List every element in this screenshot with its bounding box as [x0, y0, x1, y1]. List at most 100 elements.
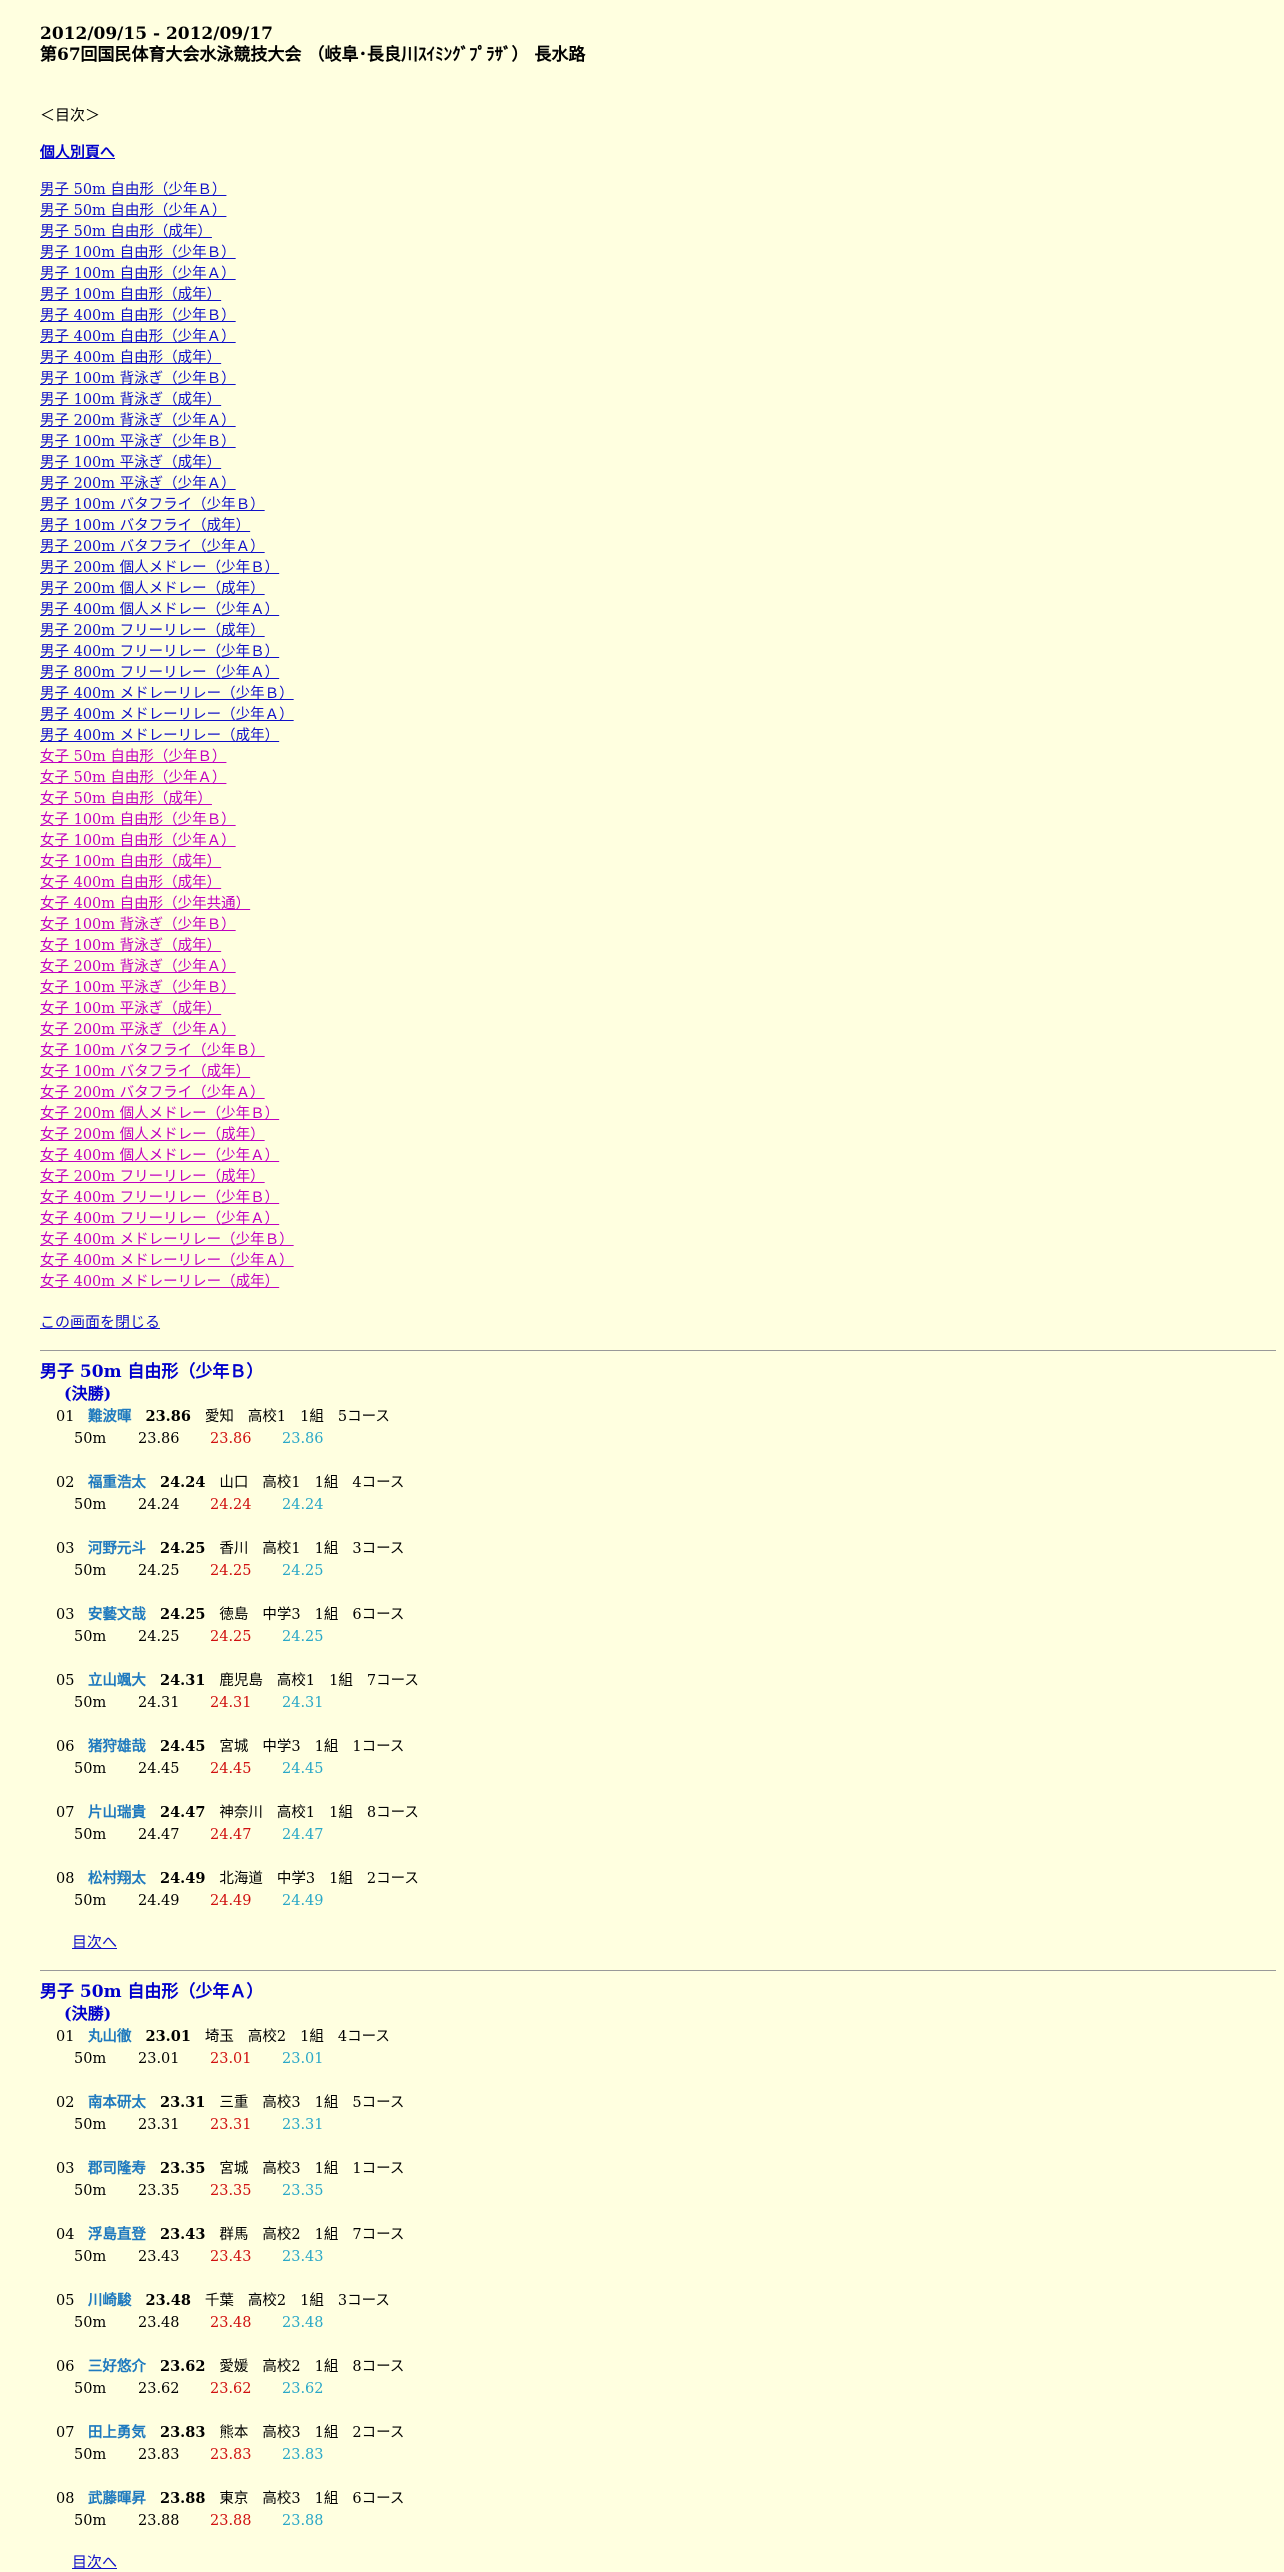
toc-link-female[interactable]: 女子 400m 個人メドレー（少年Ａ）	[40, 1146, 1276, 1167]
school-grade: 高校3	[262, 2095, 301, 2111]
toc-link-male[interactable]: 男子 200m 個人メドレー（成年）	[40, 579, 1276, 600]
toc-link-female[interactable]: 女子 100m 自由形（少年Ｂ）	[40, 810, 1276, 831]
toc-link-female[interactable]: 女子 100m 自由形（少年Ａ）	[40, 831, 1276, 852]
toc-link-male[interactable]: 男子 50m 自由形（成年）	[40, 222, 1276, 243]
toc-link-male[interactable]: 男子 400m 自由形（少年Ａ）	[40, 327, 1276, 348]
result-entry: 06 三好悠介 23.62 愛媛 高校2 1組 8コース 50m 23.62 23.62 23.62	[56, 2355, 1276, 2401]
toc-link-female[interactable]: 女子 50m 自由形（少年Ａ）	[40, 768, 1276, 789]
lane: 3コース	[337, 2293, 390, 2309]
toc-link-male[interactable]: 男子 200m 個人メドレー（少年Ｂ）	[40, 558, 1276, 579]
heat: 1組	[314, 1475, 339, 1491]
toc-link-female[interactable]: 女子 200m フリーリレー（成年）	[40, 1167, 1276, 1188]
lane: 3コース	[352, 1541, 405, 1557]
final-time: 24.24	[160, 1474, 206, 1491]
heat: 1組	[314, 2425, 339, 2441]
results-container: 男子 50m 自由形（少年Ｂ） (決勝) 01 難波暉 23.86 愛知 高校1 1組 5コース…	[40, 1350, 1276, 2572]
toc-link-female[interactable]: 女子 50m 自由形（少年Ｂ）	[40, 747, 1276, 768]
toc-link-male[interactable]: 男子 200m 背泳ぎ（少年Ａ）	[40, 411, 1276, 432]
toc-link-male[interactable]: 男子 200m バタフライ（少年Ａ）	[40, 537, 1276, 558]
toc-link-female[interactable]: 女子 100m バタフライ（少年Ｂ）	[40, 1041, 1276, 1062]
cumulative-time: 23.62	[282, 2381, 324, 2397]
split-time: 24.25	[138, 1629, 180, 1645]
toc-link-female[interactable]: 女子 100m 背泳ぎ（成年）	[40, 936, 1276, 957]
event-title: 男子 50m 自由形（少年Ａ）	[40, 1982, 264, 2002]
toc-link-female[interactable]: 女子 100m 自由形（成年）	[40, 852, 1276, 873]
toc-link-male[interactable]: 男子 100m 自由形（少年Ｂ）	[40, 243, 1276, 264]
result-entry: 06 猪狩雄哉 24.45 宮城 中学3 1組 1コース 50m 24.45 24.45 24.45	[56, 1735, 1276, 1781]
toc-link-male[interactable]: 男子 800m フリーリレー（少年Ａ）	[40, 663, 1276, 684]
round-label: (決勝)	[64, 2004, 112, 2023]
school-grade: 高校1	[247, 1409, 287, 1425]
toc-link-female[interactable]: 女子 100m 背泳ぎ（少年Ｂ）	[40, 915, 1276, 936]
entry-spacer	[40, 2401, 1276, 2421]
cumulative-time: 23.43	[282, 2249, 324, 2265]
swimmer-name: 福重浩太	[88, 1474, 146, 1491]
back-to-toc-link[interactable]: 目次へ	[72, 2551, 1276, 2572]
entry-spacer	[40, 1649, 1276, 1669]
toc-link-male[interactable]: 男子 400m メドレーリレー（少年Ａ）	[40, 705, 1276, 726]
toc-link-male[interactable]: 男子 100m 自由形（少年Ａ）	[40, 264, 1276, 285]
lane: 1コース	[352, 2161, 405, 2177]
toc-link-male[interactable]: 男子 100m 自由形（成年）	[40, 285, 1276, 306]
split-time: 23.43	[138, 2249, 180, 2265]
toc-link-female[interactable]: 女子 100m 平泳ぎ（成年）	[40, 999, 1276, 1020]
toc-link-female[interactable]: 女子 100m 平泳ぎ（少年Ｂ）	[40, 978, 1276, 999]
final-time: 23.48	[145, 2292, 191, 2309]
heat: 1組	[329, 1805, 353, 1821]
toc-link-male[interactable]: 男子 100m バタフライ（成年）	[40, 516, 1276, 537]
toc-link-female[interactable]: 女子 400m メドレーリレー（成年）	[40, 1272, 1276, 1293]
lap-time: 24.49	[210, 1893, 252, 1909]
toc-link-female[interactable]: 女子 400m 自由形（少年共通）	[40, 894, 1276, 915]
rank: 07	[56, 1805, 75, 1821]
toc-link-male[interactable]: 男子 400m フリーリレー（少年Ｂ）	[40, 642, 1276, 663]
heat: 1組	[314, 2227, 339, 2243]
split-distance: 50m	[74, 2513, 107, 2529]
toc-link-female[interactable]: 女子 400m フリーリレー（少年Ａ）	[40, 1209, 1276, 1230]
school-grade: 高校3	[262, 2491, 301, 2507]
split-time: 23.31	[138, 2117, 180, 2133]
toc-link-female[interactable]: 女子 400m メドレーリレー（少年Ａ）	[40, 1251, 1276, 1272]
toc-link-female[interactable]: 女子 200m 平泳ぎ（少年Ａ）	[40, 1020, 1276, 1041]
toc-link-male[interactable]: 男子 200m 平泳ぎ（少年Ａ）	[40, 474, 1276, 495]
toc-link-female[interactable]: 女子 200m バタフライ（少年Ａ）	[40, 1083, 1276, 1104]
prefecture: 山口	[219, 1475, 249, 1491]
heat: 1組	[314, 1739, 339, 1755]
toc-link-male[interactable]: 男子 100m 背泳ぎ（少年Ｂ）	[40, 369, 1276, 390]
cumulative-time: 23.88	[282, 2513, 324, 2529]
toc-heading: ＜目次＞	[40, 106, 101, 124]
toc-link-male[interactable]: 男子 400m 個人メドレー（少年Ａ）	[40, 600, 1276, 621]
toc-link-female[interactable]: 女子 100m バタフライ（成年）	[40, 1062, 1276, 1083]
school-grade: 高校1	[276, 1805, 316, 1821]
toc-link-male[interactable]: 男子 50m 自由形（少年Ａ）	[40, 201, 1276, 222]
toc-link-male[interactable]: 男子 200m フリーリレー（成年）	[40, 621, 1276, 642]
swimmer-name: 難波暉	[88, 1408, 132, 1425]
toc-link-female[interactable]: 女子 400m メドレーリレー（少年Ｂ）	[40, 1230, 1276, 1251]
final-time: 23.83	[160, 2424, 206, 2441]
swimmer-name: 猪狩雄哉	[88, 1738, 146, 1755]
toc-link-female[interactable]: 女子 400m フリーリレー（少年Ｂ）	[40, 1188, 1276, 1209]
back-to-toc-link[interactable]: 目次へ	[72, 1931, 1276, 1952]
toc-link-female[interactable]: 女子 200m 個人メドレー（少年Ｂ）	[40, 1104, 1276, 1125]
swimmer-name: 河野元斗	[88, 1540, 146, 1557]
toc-link-male[interactable]: 男子 400m 自由形（成年）	[40, 348, 1276, 369]
toc-link-male[interactable]: 男子 100m 背泳ぎ（成年）	[40, 390, 1276, 411]
prefecture: 群馬	[219, 2227, 249, 2243]
split-time: 23.88	[138, 2513, 180, 2529]
toc-link-male[interactable]: 男子 100m 平泳ぎ（少年Ｂ）	[40, 432, 1276, 453]
individual-page-link[interactable]: 個人別頁へ	[40, 141, 1276, 162]
toc-link-female[interactable]: 女子 200m 背泳ぎ（少年Ａ）	[40, 957, 1276, 978]
lane: 8コース	[366, 1805, 419, 1821]
toc-link-male[interactable]: 男子 400m メドレーリレー（成年）	[40, 726, 1276, 747]
toc-link-male[interactable]: 男子 400m メドレーリレー（少年Ｂ）	[40, 684, 1276, 705]
close-page-link[interactable]: この画面を閉じる	[40, 1311, 1276, 1332]
toc-link-male[interactable]: 男子 400m 自由形（少年Ｂ）	[40, 306, 1276, 327]
prefecture: 香川	[219, 1541, 249, 1557]
toc-link-male[interactable]: 男子 100m バタフライ（少年Ｂ）	[40, 495, 1276, 516]
heat: 1組	[329, 1871, 353, 1887]
toc-link-male[interactable]: 男子 100m 平泳ぎ（成年）	[40, 453, 1276, 474]
toc-link-female[interactable]: 女子 200m 個人メドレー（成年）	[40, 1125, 1276, 1146]
toc-link-male[interactable]: 男子 50m 自由形（少年Ｂ）	[40, 180, 1276, 201]
toc-link-female[interactable]: 女子 50m 自由形（成年）	[40, 789, 1276, 810]
toc-link-female[interactable]: 女子 400m 自由形（成年）	[40, 873, 1276, 894]
lap-time: 24.47	[210, 1827, 252, 1843]
